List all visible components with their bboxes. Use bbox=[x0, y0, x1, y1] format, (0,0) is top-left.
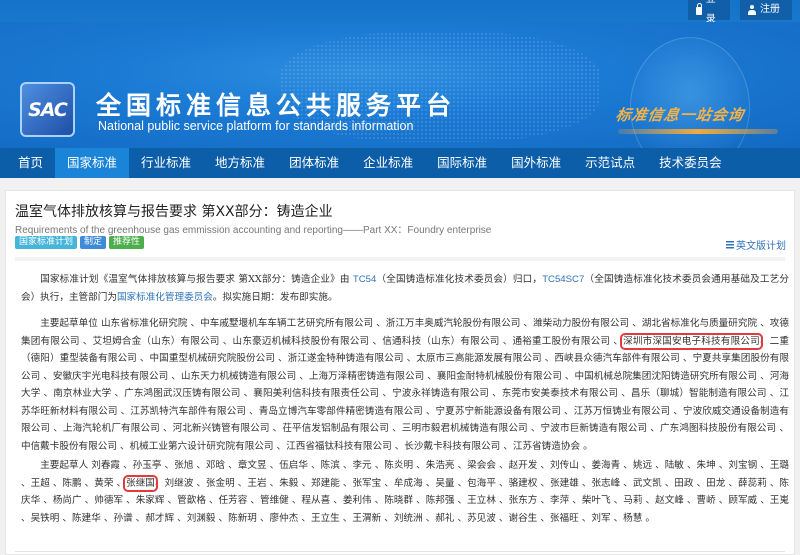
tc-description: （全国铸造标准化技术委员会）归口， bbox=[376, 274, 543, 285]
english-plan-link[interactable]: 英文版计划 bbox=[726, 237, 786, 252]
drafting-units-label: 主要起草单位 bbox=[40, 318, 98, 329]
main-nav: 首页 国家标准 行业标准 地方标准 团体标准 企业标准 国际标准 国外标准 示范… bbox=[0, 148, 800, 178]
standard-detail-panel: 温室气体排放核算与报告要求 第XX部分：铸造企业 Requirements of… bbox=[5, 190, 795, 555]
standard-title: 温室气体排放核算与报告要求 第XX部分：铸造企业 bbox=[15, 204, 333, 220]
site-banner: SAC 全国标准信息公共服务平台 National public service… bbox=[0, 22, 800, 148]
bottom-divider bbox=[15, 551, 785, 552]
standard-english-title: Requirements of the greenhouse gas emmis… bbox=[15, 225, 492, 236]
login-button[interactable]: 登录 bbox=[688, 0, 730, 25]
drafting-units-after: 、二重（德阳）重型装备有限公司 、中国重型机械研究院股份公司 、浙江遂金特种铸造… bbox=[21, 335, 790, 452]
top-bar: 登录 注册 bbox=[0, 0, 800, 25]
tag-recommended: 推荐性 bbox=[109, 236, 145, 249]
nav-item-industry-standards[interactable]: 行业标准 bbox=[129, 148, 203, 178]
tc54sc7-link[interactable]: TC54SC7 bbox=[542, 274, 584, 285]
logo-text: SAC bbox=[28, 98, 68, 121]
authority-link[interactable]: 国家标准化管理委员会 bbox=[117, 292, 213, 303]
nav-item-home[interactable]: 首页 bbox=[6, 148, 55, 178]
nav-item-local-standards[interactable]: 地方标准 bbox=[203, 148, 277, 178]
divider bbox=[15, 257, 785, 261]
nav-item-foreign-standards[interactable]: 国外标准 bbox=[499, 148, 573, 178]
user-icon bbox=[748, 5, 756, 15]
drafters-label: 主要起草人 bbox=[40, 460, 89, 471]
tc54-link[interactable]: TC54 bbox=[353, 274, 376, 285]
tag-formulation: 制定 bbox=[80, 236, 107, 249]
nav-item-technical-committees[interactable]: 技术委员会 bbox=[647, 148, 734, 178]
tag-national-plan: 国家标准计划 bbox=[15, 236, 78, 249]
lock-icon bbox=[696, 3, 702, 15]
english-plan-label: 英文版计划 bbox=[736, 241, 786, 252]
intro-prefix: 国家标准计划《温室气体排放核算与报告要求 第XX部分：铸造企业》由 bbox=[40, 274, 353, 285]
register-button[interactable]: 注册 bbox=[740, 0, 792, 20]
nav-item-international-standards[interactable]: 国际标准 bbox=[425, 148, 499, 178]
drafters-paragraph: 主要起草人 刘春霞 、孙玉亭 、张旭 、邓晗 、章文昱 、伍启华 、陈滨 、李元… bbox=[21, 457, 789, 527]
sac-logo[interactable]: SAC bbox=[20, 82, 75, 137]
drafting-units-paragraph: 主要起草单位 山东省标准化研究院 、中车戚墅堰机车车辆工艺研究所有限公司 、浙江… bbox=[21, 315, 789, 455]
highlighted-drafting-unit: 深圳市深国安电子科技有限公司 bbox=[620, 332, 763, 350]
tag-list: 国家标准计划 制定 推荐性 bbox=[15, 236, 145, 249]
highlighted-drafter: 张继国 bbox=[123, 474, 158, 492]
plan-intro-paragraph: 国家标准计划《温室气体排放核算与报告要求 第XX部分：铸造企业》由 TC54（全… bbox=[21, 271, 789, 306]
intro-suffix: 。拟实施日期：发布即实施。 bbox=[212, 291, 338, 303]
site-title: 全国标准信息公共服务平台 bbox=[96, 91, 457, 120]
nav-item-enterprise-standards[interactable]: 企业标准 bbox=[351, 148, 425, 178]
slogan: 标准信息一站会询 bbox=[614, 106, 746, 124]
slogan-underline bbox=[618, 129, 778, 134]
register-label: 注册 bbox=[760, 4, 780, 15]
list-icon bbox=[726, 240, 734, 249]
nav-item-group-standards[interactable]: 团体标准 bbox=[277, 148, 351, 178]
site-subtitle: National public service platform for sta… bbox=[98, 119, 414, 133]
nav-item-national-standards[interactable]: 国家标准 bbox=[55, 148, 130, 178]
nav-item-pilot-demo[interactable]: 示范试点 bbox=[573, 148, 647, 178]
